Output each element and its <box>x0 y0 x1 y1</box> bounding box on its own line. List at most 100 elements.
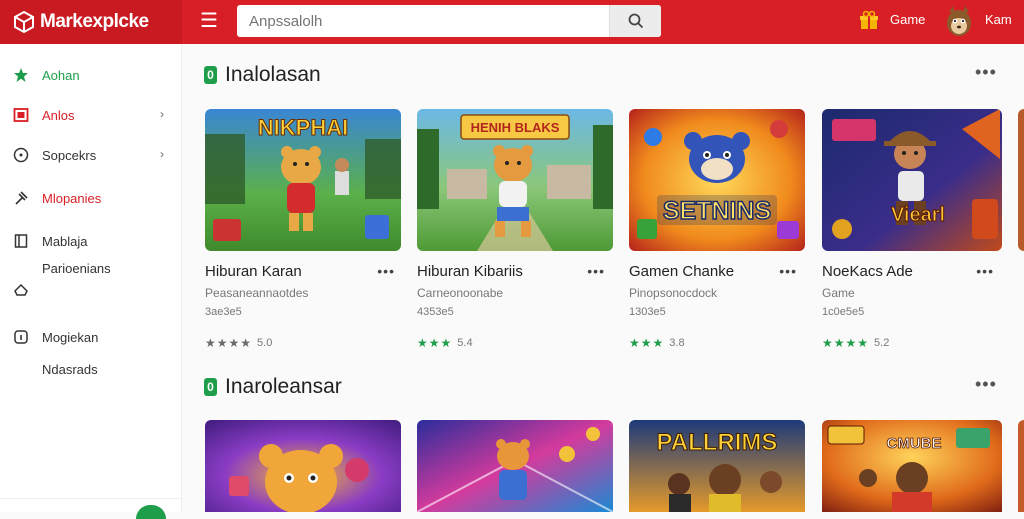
search-icon <box>628 13 643 29</box>
sidebar-item-mablaja[interactable]: Mablaja <box>0 224 182 258</box>
user-name[interactable]: Kam <box>985 12 1012 27</box>
rating-stars-icon: ★★★ <box>629 336 665 350</box>
sidebar-item-label: Mablaja <box>42 233 88 249</box>
game-rating: ★★★ 3.8 <box>629 336 805 350</box>
game-card[interactable]: HENIH BLAKS Hiburan Kibariis ••• Carneon… <box>417 109 613 350</box>
rating-value: 5.4 <box>457 337 473 349</box>
game-art-title: HENIH BLAKS <box>471 120 560 135</box>
game-size: 1c0e5e5 <box>822 306 865 318</box>
game-art-title: CMUBE <box>887 435 942 452</box>
rating-value: 5.2 <box>874 337 890 349</box>
rating-value: 5.0 <box>257 337 273 349</box>
game-title: NoeKacs Ade ••• <box>822 263 1002 280</box>
star-icon <box>12 66 30 84</box>
game-title-text: NoeKacs Ade <box>822 263 913 280</box>
card-menu-icon[interactable]: ••• <box>779 263 797 279</box>
info-icon <box>12 328 30 346</box>
rating-value: 3.8 <box>669 337 685 349</box>
game-title-text: Hiburan Kibariis <box>417 263 523 280</box>
game-size: 4353e5 <box>417 306 454 318</box>
rating-stars-icon: ★★★★ <box>822 336 870 350</box>
game-size: 3ae3e5 <box>205 306 242 318</box>
game-card[interactable] <box>205 420 401 512</box>
brand[interactable]: Markexplcke <box>0 0 182 44</box>
game-art-title: SETNINS <box>663 197 771 225</box>
game-title-text: Gamen Chanke <box>629 263 735 280</box>
card-menu-icon[interactable]: ••• <box>587 263 605 279</box>
game-size: 1303e5 <box>629 306 666 318</box>
search-button[interactable] <box>609 5 661 37</box>
game-thumbnail[interactable]: Viearl <box>822 109 1002 251</box>
game-title: Gamen Chanke ••• <box>629 263 805 280</box>
game-card[interactable]: Viearl NoeKacs Ade ••• Game 1c0e5e5 ★★★★… <box>822 109 1002 350</box>
section-badge-icon: 0 <box>204 66 217 84</box>
game-card[interactable]: NIKPHAI Hiburan Karan ••• Peasaneannaotd… <box>205 109 401 350</box>
game-card[interactable] <box>417 420 613 512</box>
rating-stars-icon: ★★★ <box>417 336 453 350</box>
top-bar: Markexplcke ☰ Game Kam <box>0 0 1024 44</box>
sidebar-item-sopcekrs[interactable]: Sopcekrs › <box>0 138 182 172</box>
pin-icon <box>12 189 30 207</box>
game-art-title: PALLRIMS <box>657 429 778 456</box>
sidebar-item-anlos[interactable]: Anlos › <box>0 98 182 132</box>
sidebar-item-label: Mogiekan <box>42 329 99 345</box>
game-developer: Carneonoonabe <box>417 286 504 300</box>
menu-icon[interactable]: ☰ <box>198 11 220 33</box>
game-thumbnail[interactable] <box>417 420 613 512</box>
sidebar-item-parioenians[interactable]: Parioenians <box>0 261 182 321</box>
sidebar-item-label: Sopcekrs <box>42 147 97 163</box>
section-badge-icon: 0 <box>204 378 217 396</box>
game-thumbnail[interactable] <box>205 420 401 512</box>
more-options-icon[interactable]: ••• <box>975 374 997 395</box>
chevron-right-icon: › <box>160 147 164 161</box>
game-thumbnail[interactable]: CMUBE <box>822 420 1002 512</box>
game-developer: Peasaneannaotdes <box>205 286 309 300</box>
game-card[interactable]: SETNINS Gamen Chanke ••• Pinopsonocdock … <box>629 109 805 350</box>
game-art-title: NIKPHAI <box>258 115 348 140</box>
more-options-icon[interactable]: ••• <box>975 62 997 83</box>
sidebar-item-label: Mlopanies <box>42 190 102 206</box>
sidebar-item-label: Anlos <box>42 107 75 123</box>
game-thumbnail[interactable]: SETNINS <box>629 109 805 251</box>
game-thumbnail[interactable]: PALLRIMS <box>629 420 805 512</box>
card-menu-icon[interactable]: ••• <box>377 263 395 279</box>
game-thumbnail[interactable]: NIKPHAI <box>205 109 401 251</box>
sidebar: Aohan Anlos › Sopcekrs › Mlopanies Mabla… <box>0 44 182 519</box>
sidebar-item-mlopanies[interactable]: Mlopanies <box>0 181 182 215</box>
game-rating: ★★★ 5.4 <box>417 336 613 350</box>
game-card[interactable]: PALLRIMS <box>629 420 805 512</box>
game-thumbnail-partial[interactable] <box>1018 420 1024 512</box>
brand-name: Markexplcke <box>40 11 149 32</box>
sidebar-item-ndasrads[interactable]: Ndasrads <box>42 362 98 377</box>
game-developer: Pinopsonocdock <box>629 286 718 300</box>
rating-stars-icon: ★★★★ <box>205 336 253 350</box>
home-icon <box>12 281 30 299</box>
game-art-title: Viearl <box>891 204 945 226</box>
card-menu-icon[interactable]: ••• <box>976 263 994 279</box>
sidebar-footer <box>0 498 182 519</box>
chevron-right-icon: › <box>160 107 164 121</box>
section-title: 0 Inalolasan <box>204 63 321 87</box>
avatar[interactable] <box>944 4 974 38</box>
game-title: Hiburan Kibariis ••• <box>417 263 613 280</box>
game-rating: ★★★★ 5.0 <box>205 336 401 350</box>
game-developer: Game <box>822 286 855 300</box>
gift-icon[interactable] <box>858 10 880 32</box>
section-title-text: Inalolasan <box>225 63 321 86</box>
green-pill-button[interactable] <box>136 505 166 519</box>
game-card[interactable]: CMUBE <box>822 420 1002 512</box>
game-thumbnail-partial[interactable] <box>1018 109 1024 251</box>
game-link[interactable]: Game <box>890 12 925 27</box>
search-bar <box>237 5 661 37</box>
box-icon <box>12 106 30 124</box>
compass-icon <box>12 146 30 164</box>
sidebar-item-label: Aohan <box>42 67 80 83</box>
search-input[interactable] <box>237 5 609 37</box>
marketplace-logo-icon <box>14 10 34 34</box>
sidebar-item-label: Parioenians <box>42 261 111 276</box>
sidebar-item-mogiekan[interactable]: Mogiekan <box>0 320 182 354</box>
game-thumbnail[interactable]: HENIH BLAKS <box>417 109 613 251</box>
book-icon <box>12 232 30 250</box>
sidebar-item-aohan[interactable]: Aohan <box>0 58 182 92</box>
section-title-text: Inaroleansar <box>225 375 342 398</box>
